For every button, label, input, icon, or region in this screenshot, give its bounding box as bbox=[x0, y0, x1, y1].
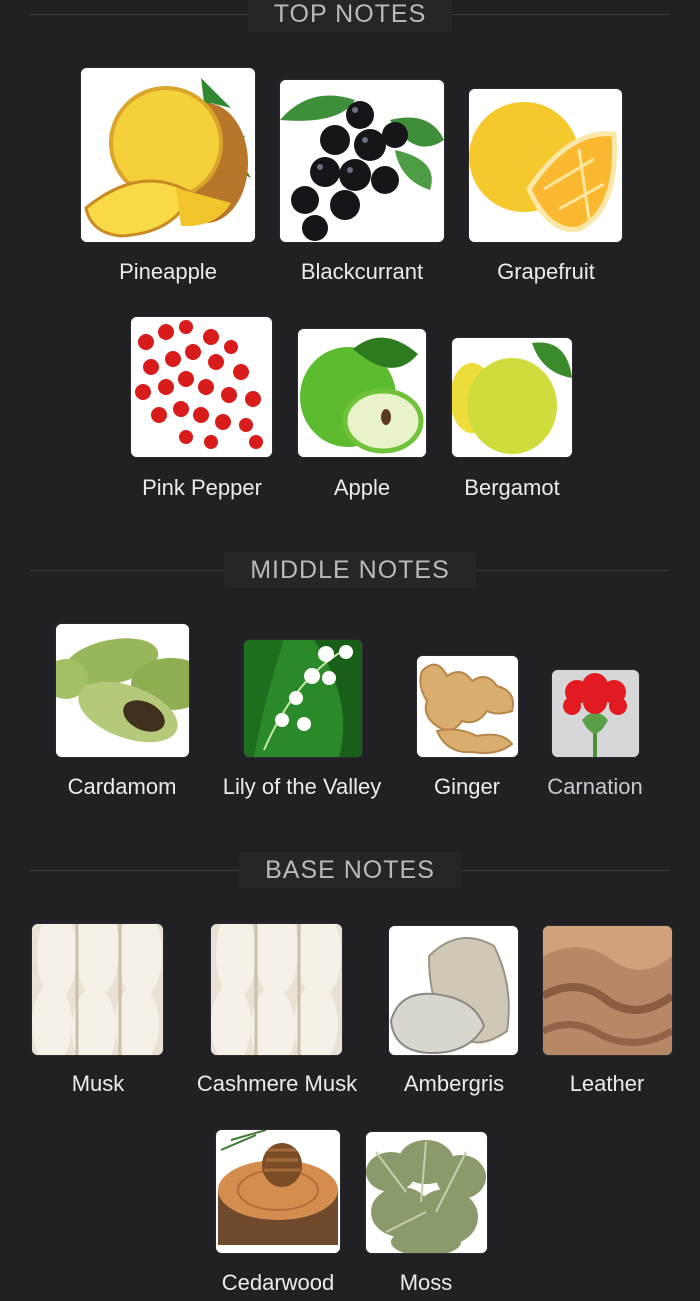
musk-icon bbox=[32, 924, 163, 1055]
note-label: Bergamot bbox=[464, 475, 560, 500]
note-label: Apple bbox=[333, 475, 391, 500]
cashmere-musk-icon bbox=[211, 924, 342, 1055]
note-label: Grapefruit bbox=[497, 259, 595, 284]
pineapple-icon bbox=[81, 68, 255, 242]
pink-pepper-icon bbox=[131, 317, 272, 457]
note-label: Leather bbox=[569, 1071, 645, 1096]
section-title-middle-notes: MIDDLE NOTES bbox=[0, 552, 700, 588]
ambergris-icon bbox=[389, 926, 518, 1055]
note-label: Blackcurrant bbox=[300, 259, 424, 284]
note-label: Moss bbox=[399, 1270, 453, 1295]
fragrance-notes-page: TOP NOTES Pineapple Blackcurrant Grapefr… bbox=[0, 0, 700, 1301]
bergamot-icon bbox=[452, 338, 572, 457]
cardamom-icon bbox=[56, 624, 189, 757]
note-label: Cashmere Musk bbox=[196, 1071, 358, 1096]
note-label: Carnation bbox=[547, 774, 643, 799]
cedarwood-icon bbox=[216, 1130, 340, 1253]
note-label: Musk bbox=[71, 1071, 125, 1096]
note-label: Pineapple bbox=[119, 259, 217, 284]
note-label: Pink Pepper bbox=[142, 475, 262, 500]
section-title-top-notes: TOP NOTES bbox=[0, 0, 700, 32]
ginger-icon bbox=[417, 656, 518, 757]
apple-icon bbox=[298, 329, 426, 457]
blackcurrant-icon bbox=[280, 80, 444, 242]
note-label: Ambergris bbox=[403, 1071, 505, 1096]
note-label: Ginger bbox=[433, 774, 501, 799]
note-label: Cedarwood bbox=[221, 1270, 335, 1295]
note-label: Cardamom bbox=[67, 774, 177, 799]
moss-icon bbox=[366, 1132, 487, 1253]
leather-icon bbox=[543, 926, 672, 1055]
lily-of-the-valley-icon bbox=[244, 640, 362, 757]
grapefruit-icon bbox=[469, 89, 622, 242]
note-label: Lily of the Valley bbox=[222, 774, 382, 799]
carnation-icon bbox=[552, 670, 639, 757]
section-title-base-notes: BASE NOTES bbox=[0, 852, 700, 888]
